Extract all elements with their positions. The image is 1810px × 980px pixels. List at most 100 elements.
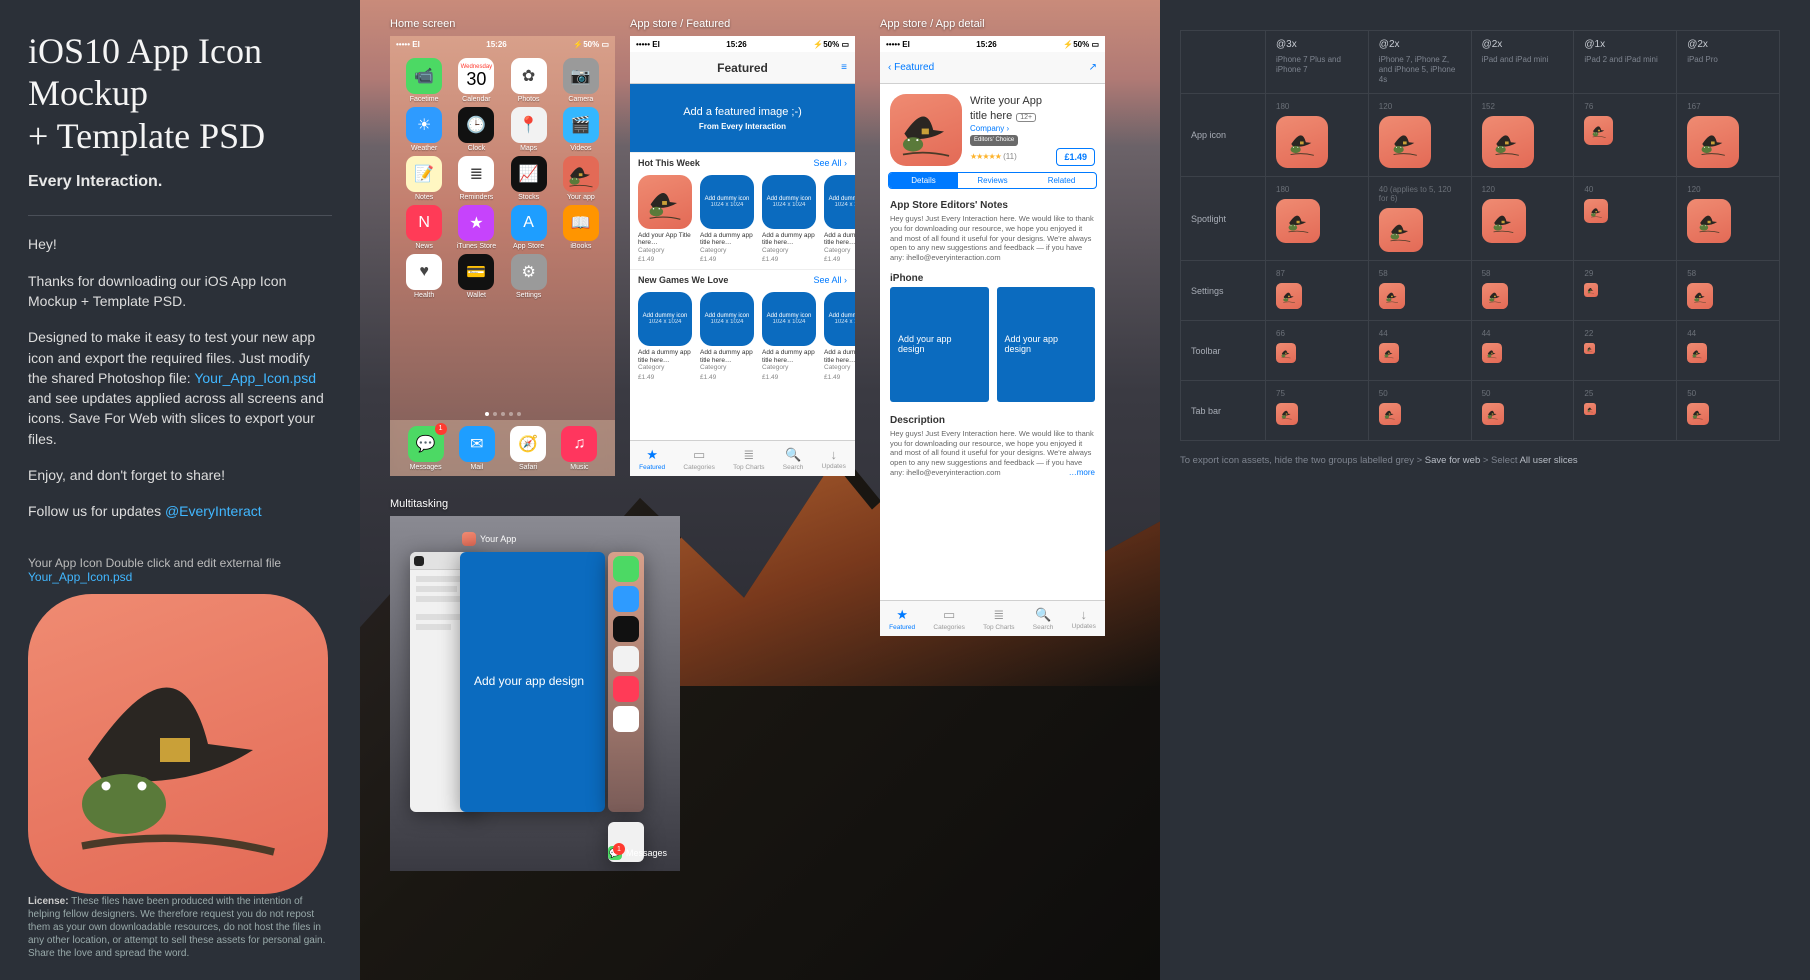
mini-news <box>613 676 639 702</box>
tab-featured[interactable]: ★Featured <box>639 447 665 471</box>
featured-hero[interactable]: Add a featured image ;-) From Every Inte… <box>630 84 855 152</box>
store-card[interactable]: Add dummy icon1024 x 1024Add a dummy app… <box>700 292 754 380</box>
app-health[interactable]: ♥Health <box>400 254 448 299</box>
screenshot-placeholder: Add your app design <box>997 287 1096 402</box>
license-text: License: These files have been produced … <box>28 895 332 960</box>
tab-top charts[interactable]: ≣Top Charts <box>983 607 1014 631</box>
screenshot-placeholder: Add your app design <box>890 287 989 402</box>
mockup-featured: ••••• EI15:26⚡50% ▭ Featured ≡ Add a fea… <box>630 36 855 476</box>
psd-file-link-2[interactable]: Your_App_Icon.psd <box>28 570 132 584</box>
statusbar: ••••• EI15:26⚡50% ▭ <box>390 36 615 52</box>
app-settings[interactable]: ⚙Settings <box>505 254 553 299</box>
size-cell: 50 <box>1677 381 1780 441</box>
divider <box>28 215 332 216</box>
size-cell: 75 <box>1266 381 1369 441</box>
size-cell: 25 <box>1574 381 1677 441</box>
size-cell: 66 <box>1266 321 1369 381</box>
size-cell: 180 <box>1266 177 1369 261</box>
dock-music[interactable]: ♫Music <box>561 426 597 471</box>
segmented-control[interactable]: DetailsReviewsRelated <box>888 172 1097 189</box>
tab-categories[interactable]: ▭Categories <box>933 607 964 631</box>
col-header: @2xiPad and iPad mini <box>1472 31 1575 94</box>
twitter-link[interactable]: @EveryInteract <box>165 503 262 519</box>
dock: 💬1Messages ✉Mail 🧭Safari ♫Music <box>390 420 615 476</box>
dock-safari[interactable]: 🧭Safari <box>510 426 546 471</box>
app-clock[interactable]: 🕒Clock <box>452 107 500 152</box>
store-card[interactable]: Add dummy icon1024 x 1024Add a dummy app… <box>638 292 692 380</box>
share-button[interactable]: ↗ <box>1089 62 1097 73</box>
mini-maps <box>613 646 639 672</box>
col-header: @2xiPad Pro <box>1677 31 1780 94</box>
tab-search[interactable]: 🔍Search <box>783 447 804 471</box>
dock-mail[interactable]: ✉Mail <box>459 426 495 471</box>
buy-button[interactable]: £1.49 <box>1056 148 1095 166</box>
mockup-canvas: Home screen App store / Featured App sto… <box>360 0 1160 980</box>
store-card[interactable]: Add dummy icon1024 x 1024Add a dummy app… <box>762 175 816 263</box>
your-app-icon-preview[interactable] <box>28 594 328 894</box>
app-reminders[interactable]: ≣Reminders <box>452 156 500 201</box>
app-facetime[interactable]: 📹Facetime <box>400 58 448 103</box>
more-link[interactable]: …more <box>1069 468 1095 478</box>
tab-updates[interactable]: ↓Updates <box>822 447 846 470</box>
size-cell: 44 <box>1472 321 1575 381</box>
size-cell: 120 <box>1677 177 1780 261</box>
dock-messages[interactable]: 💬1Messages <box>408 426 444 471</box>
store-card[interactable]: Add your App Title here…Category£1.49 <box>638 175 692 263</box>
app-stocks[interactable]: 📈Stocks <box>505 156 553 201</box>
tab-categories[interactable]: ▭Categories <box>683 447 714 471</box>
mockup-multitasking: Your App Add your app design <box>390 516 680 871</box>
store-card[interactable]: Add dummy icon1024 x 1024Add a dummy app… <box>824 175 855 263</box>
see-all[interactable]: See All › <box>813 275 847 285</box>
icon-sizes-table: @3xiPhone 7 Plus and iPhone 7@2xiPhone 7… <box>1180 30 1780 441</box>
size-cell: 29 <box>1574 261 1677 321</box>
follow-line: Follow us for updates @EveryInteract <box>28 501 332 521</box>
app-ibooks[interactable]: 📖iBooks <box>557 205 605 250</box>
app-wallet[interactable]: 💳Wallet <box>452 254 500 299</box>
app-calendar[interactable]: Wednesday30Calendar <box>452 58 500 103</box>
row-header: Tab bar <box>1181 381 1266 441</box>
app-camera[interactable]: 📷Camera <box>557 58 605 103</box>
size-cell: 167 <box>1677 94 1780 177</box>
size-cell: 120 <box>1472 177 1575 261</box>
size-cell: 58 <box>1369 261 1472 321</box>
app-videos[interactable]: 🎬Videos <box>557 107 605 152</box>
size-cell: 58 <box>1472 261 1575 321</box>
store-card[interactable]: Add dummy icon1024 x 1024Add a dummy app… <box>700 175 754 263</box>
app-photos[interactable]: ✿Photos <box>505 58 553 103</box>
size-cell: 50 <box>1472 381 1575 441</box>
psd-file-link[interactable]: Your_App_Icon.psd <box>194 370 316 386</box>
size-cell: 50 <box>1369 381 1472 441</box>
tab-featured[interactable]: ★Featured <box>889 607 915 631</box>
back-button[interactable]: ‹ Featured <box>888 62 934 73</box>
row-header: App icon <box>1181 94 1266 177</box>
size-cell: 22 <box>1574 321 1677 381</box>
row-header: Spotlight <box>1181 177 1266 261</box>
your-icon-label: Your App Icon Double click and edit exte… <box>28 556 332 584</box>
mini-facetime <box>613 556 639 582</box>
col-header: @1xiPad 2 and iPad mini <box>1574 31 1677 94</box>
list-icon[interactable]: ≡ <box>841 62 847 73</box>
app-app-store[interactable]: AApp Store <box>505 205 553 250</box>
mockup-detail: ••••• EI15:26⚡50% ▭ ‹ Featured ↗ Write y… <box>880 36 1105 636</box>
app-notes[interactable]: 📝Notes <box>400 156 448 201</box>
nav-featured: Featured ≡ <box>630 52 855 84</box>
see-all[interactable]: See All › <box>813 158 847 168</box>
tab-updates[interactable]: ↓Updates <box>1072 607 1096 630</box>
intro-p3: Enjoy, and don't forget to share! <box>28 465 332 485</box>
tab-search[interactable]: 🔍Search <box>1033 607 1054 631</box>
tab-top charts[interactable]: ≣Top Charts <box>733 447 764 471</box>
app-itunes-store[interactable]: ★iTunes Store <box>452 205 500 250</box>
app-maps[interactable]: 📍Maps <box>505 107 553 152</box>
export-note: To export icon assets, hide the two grou… <box>1180 455 1780 466</box>
page-dots <box>390 408 615 420</box>
col-header: @2xiPhone 7, iPhone Z, and iPhone 5, iPh… <box>1369 31 1472 94</box>
label-detail: App store / App detail <box>880 18 985 30</box>
app-weather[interactable]: ☀Weather <box>400 107 448 152</box>
intro-p2: Designed to make it easy to test your ne… <box>28 327 332 449</box>
app-news[interactable]: NNews <box>400 205 448 250</box>
row-header: Settings <box>1181 261 1266 321</box>
mini-health <box>613 706 639 732</box>
store-card[interactable]: Add dummy icon1024 x 1024Add a dummy app… <box>824 292 855 380</box>
app-your-app[interactable]: Your app <box>557 156 605 201</box>
store-card[interactable]: Add dummy icon1024 x 1024Add a dummy app… <box>762 292 816 380</box>
